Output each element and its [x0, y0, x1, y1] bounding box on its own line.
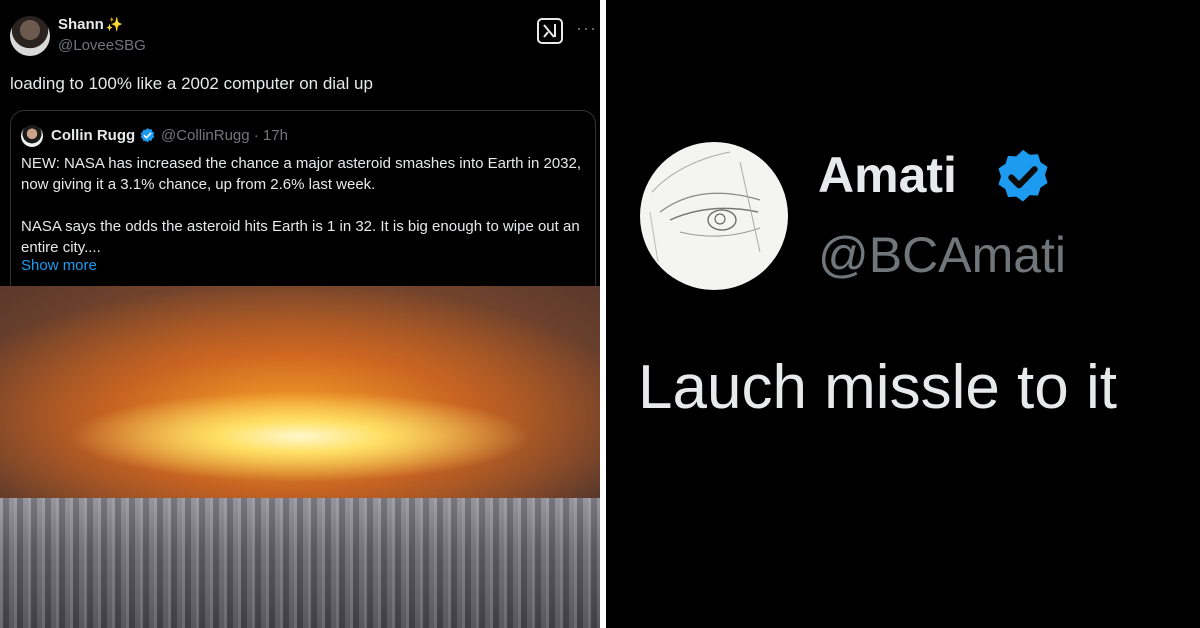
quoted-tweet[interactable]: Collin Rugg @CollinRugg · 17h NEW: NASA …	[10, 110, 596, 286]
verified-badge-icon	[998, 149, 1048, 202]
quoted-author-name[interactable]: Collin Rugg	[51, 127, 135, 144]
quoted-paragraph-2: NASA says the odds the asteroid hits Ear…	[21, 218, 580, 256]
explosion-image[interactable]	[0, 286, 600, 628]
avatar[interactable]	[640, 142, 788, 290]
right-tweet-panel: Amati @BCAmati Lauch missle to it	[606, 0, 1200, 628]
author-handle[interactable]: @BCAmati	[818, 226, 1066, 284]
left-tweet-panel: Shann ✨ @LoveeSBG ··· loading to 100% lik…	[0, 0, 600, 628]
more-icon[interactable]: ···	[576, 18, 597, 39]
verified-badge-icon	[140, 128, 155, 143]
quoted-tweet-body: NEW: NASA has increased the chance a maj…	[21, 153, 587, 258]
grok-icon-glyph	[543, 24, 556, 38]
tweet-text: loading to 100% like a 2002 computer on …	[10, 74, 373, 93]
avatar[interactable]	[10, 16, 50, 56]
grok-icon[interactable]	[537, 18, 563, 44]
quoted-avatar[interactable]	[21, 125, 43, 147]
author-name-text[interactable]: Shann	[58, 16, 104, 33]
quoted-author-handle[interactable]: @CollinRugg · 17h	[161, 127, 288, 144]
author-name[interactable]: Amati	[818, 146, 957, 204]
city-skyline	[0, 498, 600, 628]
author-name[interactable]: Shann ✨	[58, 16, 123, 33]
sketch-eye-drawing	[649, 151, 761, 263]
tweet-text: Lauch missle to it	[638, 353, 1117, 422]
sparkle-emoji: ✨	[105, 16, 124, 32]
quoted-paragraph-1: NEW: NASA has increased the chance a maj…	[21, 155, 582, 193]
author-handle[interactable]: @LoveeSBG	[58, 37, 146, 54]
show-more-link[interactable]: Show more	[21, 257, 97, 274]
